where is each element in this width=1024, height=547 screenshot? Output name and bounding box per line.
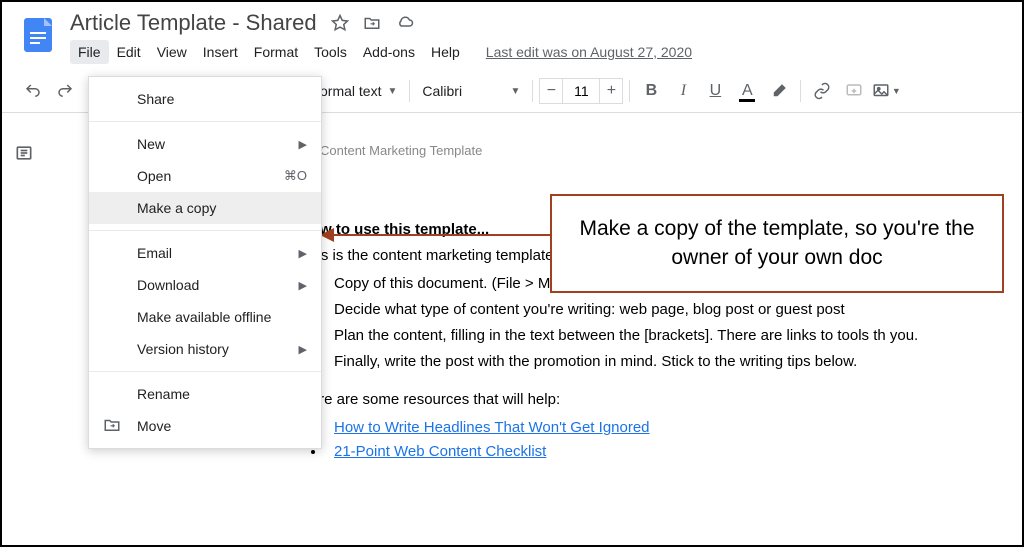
insert-comment-button[interactable] xyxy=(839,76,869,106)
menu-item-new[interactable]: New▶ xyxy=(89,128,321,160)
annotation-callout: Make a copy of the template, so you're t… xyxy=(550,194,1004,293)
star-icon[interactable] xyxy=(331,14,349,32)
menu-item-move[interactable]: Move xyxy=(89,410,321,442)
resources-intro: Here are some resources that will help: xyxy=(300,388,1022,412)
style-label: ormal text xyxy=(320,83,381,99)
menu-item-email[interactable]: Email▶ xyxy=(89,237,321,269)
document-title[interactable]: Article Template - Shared xyxy=(70,10,317,36)
menu-separator xyxy=(89,371,321,372)
folder-move-icon xyxy=(103,416,121,437)
italic-button[interactable]: I xyxy=(668,76,698,106)
font-family-select[interactable]: Calibri ▼ xyxy=(416,79,526,103)
menu-insert[interactable]: Insert xyxy=(195,40,246,64)
separator xyxy=(532,80,533,102)
title-row: Article Template - Shared xyxy=(70,10,1006,36)
submenu-arrow-icon: ▶ xyxy=(299,279,307,292)
increase-font-button[interactable]: + xyxy=(599,78,623,104)
file-dropdown-menu: Share New▶ Open⌘O Make a copy Email▶ Dow… xyxy=(88,76,322,449)
resource-link[interactable]: 21-Point Web Content Checklist xyxy=(334,443,546,460)
menu-separator xyxy=(89,230,321,231)
list-item: 21-Point Web Content Checklist xyxy=(326,440,1022,464)
undo-icon[interactable] xyxy=(18,76,48,106)
bold-button[interactable]: B xyxy=(636,76,666,106)
menu-item-version[interactable]: Version history▶ xyxy=(89,333,321,365)
font-size-control: − + xyxy=(539,78,623,104)
menu-item-make-copy[interactable]: Make a copy xyxy=(89,192,321,224)
menu-tools[interactable]: Tools xyxy=(306,40,355,64)
underline-button[interactable]: U xyxy=(700,76,730,106)
bullet-list: How to Write Headlines That Won't Get Ig… xyxy=(326,416,1022,464)
annotation-arrow-head-icon xyxy=(320,228,334,242)
menu-item-download[interactable]: Download▶ xyxy=(89,269,321,301)
menu-item-rename[interactable]: Rename xyxy=(89,378,321,410)
list-item: Decide what type of content you're writi… xyxy=(326,298,1022,322)
annotation-arrow-line xyxy=(328,234,556,236)
font-label: Calibri xyxy=(422,83,462,99)
docs-logo-icon[interactable] xyxy=(18,14,58,54)
font-size-input[interactable] xyxy=(563,78,599,104)
caret-down-icon: ▼ xyxy=(387,86,397,97)
menu-edit[interactable]: Edit xyxy=(109,40,149,64)
menu-item-open[interactable]: Open⌘O xyxy=(89,160,321,192)
header: Article Template - Shared File Edit View… xyxy=(2,2,1022,64)
menu-item-offline[interactable]: Make available offline xyxy=(89,301,321,333)
menu-addons[interactable]: Add-ons xyxy=(355,40,423,64)
redo-icon[interactable] xyxy=(50,76,80,106)
last-edit-link[interactable]: Last edit was on August 27, 2020 xyxy=(486,44,692,60)
submenu-arrow-icon: ▶ xyxy=(299,247,307,260)
list-item: How to Write Headlines That Won't Get Ig… xyxy=(326,416,1022,440)
cloud-status-icon[interactable] xyxy=(395,14,415,32)
outline-icon[interactable] xyxy=(14,143,38,167)
menu-bar: File Edit View Insert Format Tools Add-o… xyxy=(70,40,1006,64)
separator xyxy=(409,80,410,102)
template-label: Content Marketing Template xyxy=(320,143,482,158)
decrease-font-button[interactable]: − xyxy=(539,78,563,104)
caret-down-icon: ▼ xyxy=(510,86,520,97)
separator xyxy=(629,80,630,102)
menu-separator xyxy=(89,121,321,122)
insert-link-button[interactable] xyxy=(807,76,837,106)
list-item: Plan the content, filling in the text be… xyxy=(326,324,1022,348)
left-sidebar xyxy=(2,113,50,536)
menu-help[interactable]: Help xyxy=(423,40,468,64)
doc-header-label: Content Marketing Template xyxy=(300,143,1022,158)
list-item: Finally, write the post with the promoti… xyxy=(326,350,1022,374)
menu-file[interactable]: File xyxy=(70,40,109,64)
resource-link[interactable]: How to Write Headlines That Won't Get Ig… xyxy=(334,419,650,436)
menu-view[interactable]: View xyxy=(149,40,195,64)
menu-format[interactable]: Format xyxy=(246,40,306,64)
menu-item-share[interactable]: Share xyxy=(89,83,321,115)
text-color-button[interactable]: A xyxy=(732,76,762,106)
separator xyxy=(800,80,801,102)
insert-image-button[interactable]: ▼ xyxy=(871,76,901,106)
callout-text: Make a copy of the template, so you're t… xyxy=(579,217,974,269)
submenu-arrow-icon: ▶ xyxy=(299,343,307,356)
move-folder-icon[interactable] xyxy=(363,14,381,32)
shortcut-label: ⌘O xyxy=(284,168,307,184)
paragraph-style-select[interactable]: ormal text ▼ xyxy=(314,79,403,103)
highlight-button[interactable] xyxy=(764,76,794,106)
header-content: Article Template - Shared File Edit View… xyxy=(70,10,1006,64)
submenu-arrow-icon: ▶ xyxy=(299,138,307,151)
